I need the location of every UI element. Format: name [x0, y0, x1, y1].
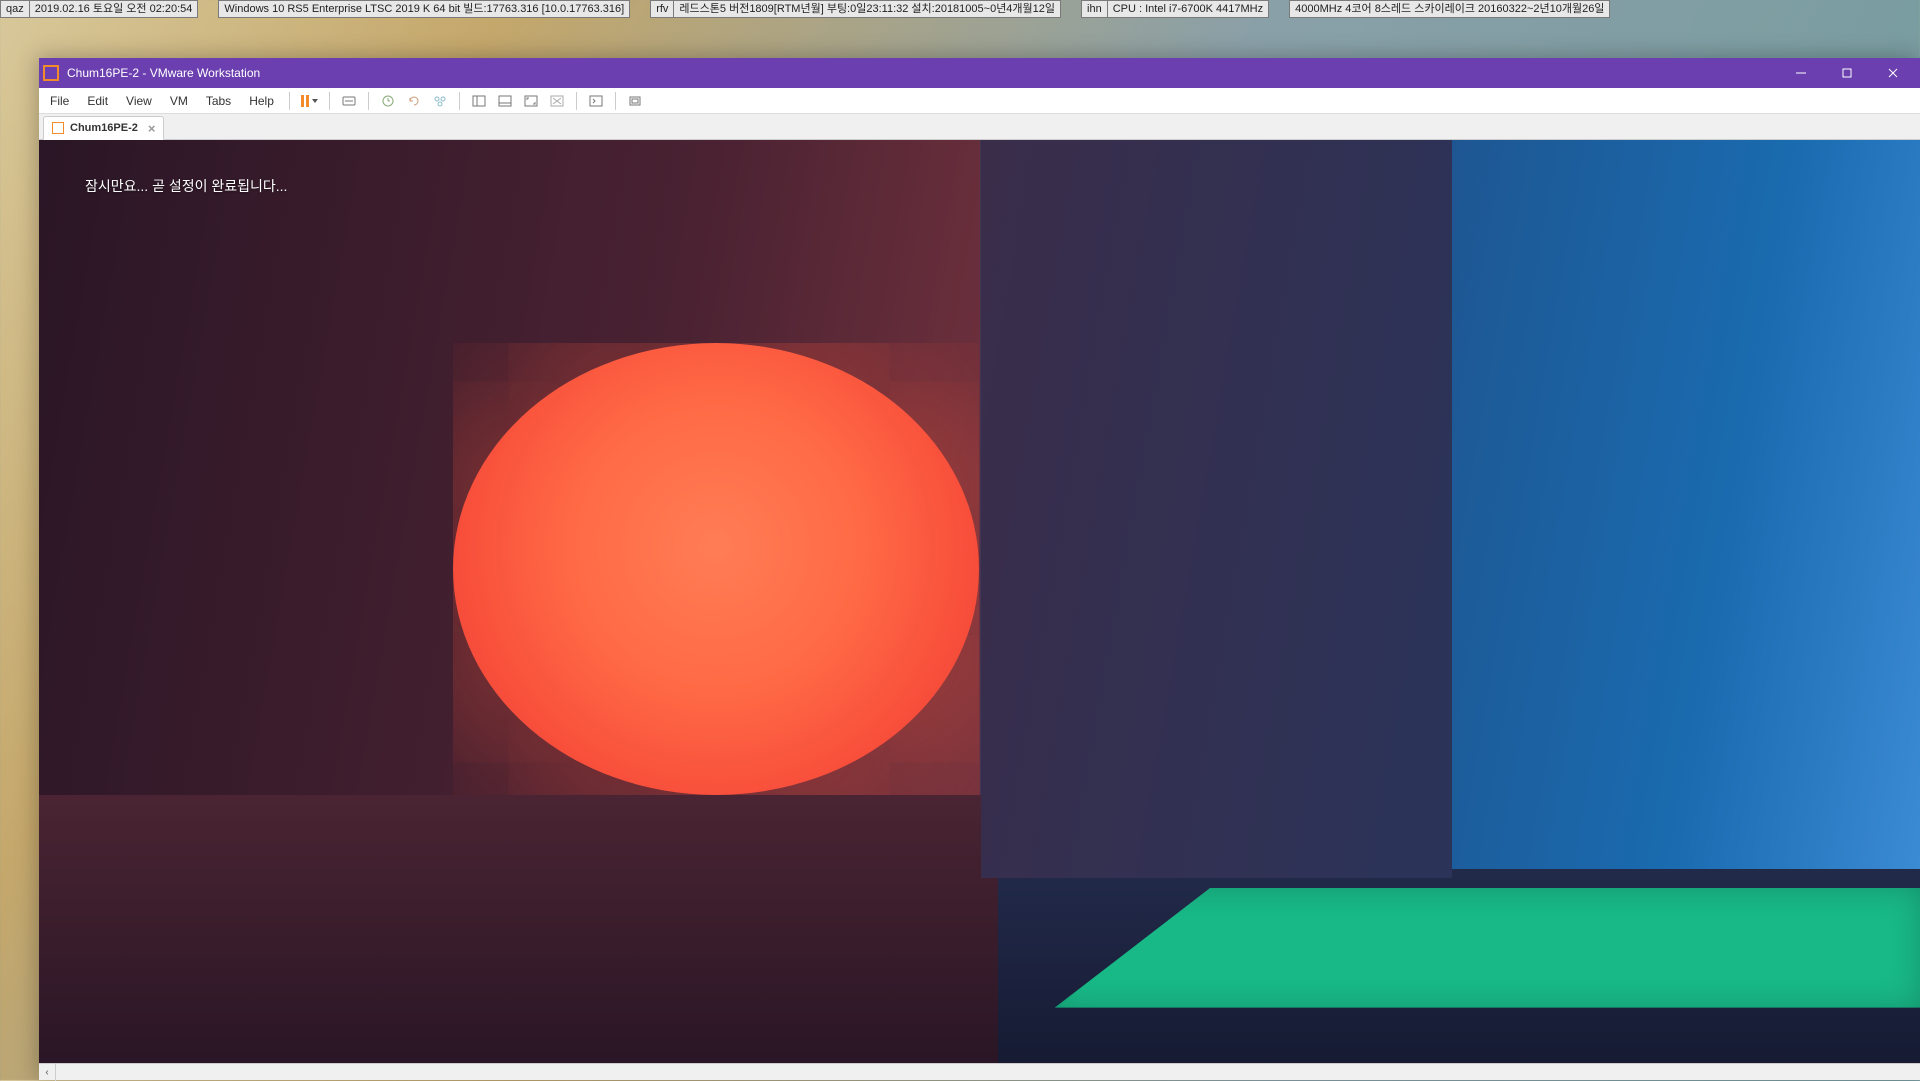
clock-icon — [380, 93, 396, 109]
unity-icon — [549, 93, 565, 109]
window-title: Chum16PE-2 - VMware Workstation — [67, 66, 1778, 80]
separator — [615, 92, 616, 110]
chevron-down-icon — [312, 99, 318, 103]
guest-display[interactable]: 잠시만요... 곧 설정이 완료됩니다... — [39, 140, 1920, 1063]
menu-file[interactable]: File — [41, 90, 78, 112]
console-icon — [588, 93, 604, 109]
bottombar-icon — [497, 93, 513, 109]
menu-tabs[interactable]: Tabs — [197, 90, 240, 112]
snapshot-button[interactable] — [376, 89, 400, 113]
separator — [329, 92, 330, 110]
close-button[interactable] — [1870, 58, 1916, 88]
pause-vm-button[interactable] — [297, 89, 322, 113]
info-value: 2019.02.16 토요일 오전 02:20:54 — [29, 0, 199, 18]
revert-snapshot-button[interactable] — [402, 89, 426, 113]
tab-strip: Chum16PE-2 × — [39, 114, 1920, 140]
info-group-build: rfv 레드스톤5 버전1809[RTM년월] 부팅:0일23:11:32 설치… — [650, 0, 1061, 18]
info-label: qaz — [0, 0, 29, 18]
info-group-cpu: ihn CPU : Intel i7-6700K 4417MHz — [1081, 0, 1269, 18]
separator — [459, 92, 460, 110]
separator — [368, 92, 369, 110]
tab-close-button[interactable]: × — [148, 121, 156, 136]
info-label: rfv — [650, 0, 673, 18]
show-library-button[interactable] — [467, 89, 491, 113]
show-thumbnail-button[interactable] — [493, 89, 517, 113]
maximize-button[interactable] — [1824, 58, 1870, 88]
keyboard-icon — [341, 93, 357, 109]
unity-button[interactable] — [545, 89, 569, 113]
info-value: Windows 10 RS5 Enterprise LTSC 2019 K 64… — [218, 0, 630, 18]
info-value: CPU : Intel i7-6700K 4417MHz — [1107, 0, 1269, 18]
manage-snapshots-button[interactable] — [428, 89, 452, 113]
stretch-icon — [627, 93, 643, 109]
info-group-cpu-detail: 4000MHz 4코어 8스레드 스카이레이크 20160322~2년10개월2… — [1289, 0, 1610, 18]
info-value: 레드스톤5 버전1809[RTM년월] 부팅:0일23:11:32 설치:201… — [673, 0, 1061, 18]
separator — [576, 92, 577, 110]
info-group-datetime: qaz 2019.02.16 토요일 오전 02:20:54 — [0, 0, 198, 18]
revert-icon — [406, 93, 422, 109]
horizontal-scrollbar[interactable]: ‹ — [39, 1063, 1920, 1080]
menu-view[interactable]: View — [117, 90, 161, 112]
sun-graphic — [453, 343, 980, 795]
info-label: ihn — [1081, 0, 1107, 18]
vmware-app-icon — [43, 65, 59, 81]
vm-tab-icon — [52, 122, 64, 134]
fullscreen-icon — [523, 93, 539, 109]
minimize-button[interactable] — [1778, 58, 1824, 88]
vm-tab-label: Chum16PE-2 — [70, 122, 138, 134]
scroll-left-button[interactable]: ‹ — [39, 1064, 56, 1081]
info-value: 4000MHz 4코어 8스레드 스카이레이크 20160322~2년10개월2… — [1289, 0, 1610, 18]
desktop-info-overlay: qaz 2019.02.16 토요일 오전 02:20:54 Windows 1… — [0, 0, 1920, 18]
info-group-os: Windows 10 RS5 Enterprise LTSC 2019 K 64… — [218, 0, 630, 18]
vmware-window: Chum16PE-2 - VMware Workstation File Edi… — [39, 58, 1920, 1080]
menu-help[interactable]: Help — [240, 90, 283, 112]
sidebar-icon — [471, 93, 487, 109]
separator — [289, 92, 290, 110]
send-ctrl-alt-del-button[interactable] — [337, 89, 361, 113]
snapshots-icon — [432, 93, 448, 109]
oobe-status-text: 잠시만요... 곧 설정이 완료됩니다... — [85, 176, 287, 196]
stretch-guest-button[interactable] — [623, 89, 647, 113]
menu-vm[interactable]: VM — [161, 90, 197, 112]
vm-tab[interactable]: Chum16PE-2 × — [43, 116, 164, 140]
pause-icon — [301, 95, 309, 107]
menu-edit[interactable]: Edit — [78, 90, 117, 112]
menubar: File Edit View VM Tabs Help — [39, 88, 1920, 114]
console-view-button[interactable] — [584, 89, 608, 113]
titlebar[interactable]: Chum16PE-2 - VMware Workstation — [39, 58, 1920, 88]
fullscreen-button[interactable] — [519, 89, 543, 113]
guest-wallpaper — [39, 140, 1920, 1063]
